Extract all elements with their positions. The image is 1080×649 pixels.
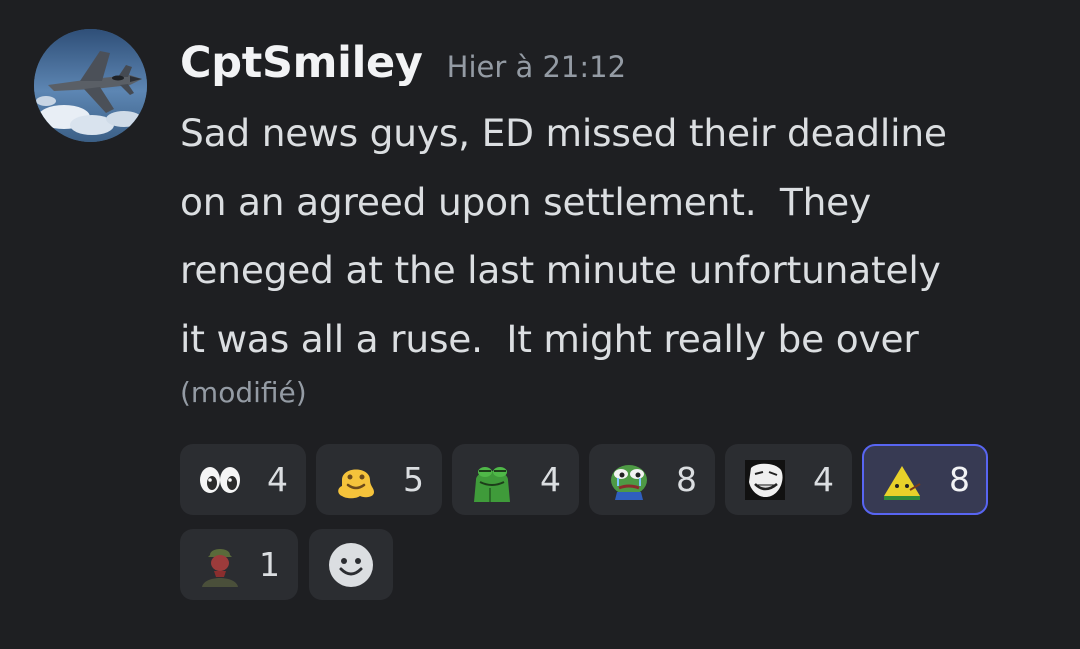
message-text-line: it was all a ruse. It might really be ov… (180, 316, 919, 361)
reaction-trollface[interactable]: 4 (725, 444, 852, 515)
reaction-frog[interactable]: 4 (452, 444, 579, 515)
pepe-sad-emoji-icon (611, 465, 647, 500)
reaction-count: 8 (949, 460, 970, 499)
fighter-jet-avatar-icon (34, 29, 147, 142)
message-header: CptSmiley Hier à 21:12 (180, 38, 626, 94)
reaction-eyes[interactable]: 4 (180, 444, 306, 515)
message-text-line: reneged at the last minute unfortunately (180, 248, 941, 292)
chat-message: CptSmiley Hier à 21:12 Sad news guys, ED… (0, 0, 1080, 649)
smiley-add-reaction-icon (329, 543, 373, 587)
reaction-triangle-character[interactable]: 8 (862, 444, 988, 515)
reaction-melting-face[interactable]: 5 (316, 444, 442, 515)
reaction-soldier[interactable]: 1 (180, 529, 298, 600)
eyes-emoji-icon (200, 467, 240, 493)
triangle-character-emoji-icon (884, 466, 921, 500)
username[interactable]: CptSmiley (180, 38, 423, 88)
reaction-count: 4 (540, 460, 561, 499)
melting-face-emoji-icon (338, 469, 374, 499)
reaction-count: 4 (813, 460, 834, 499)
add-reaction-button[interactable] (309, 529, 393, 600)
message-content: Sad news guys, ED missed their deadline … (180, 99, 1060, 373)
edited-label: (modifié) (180, 376, 307, 409)
user-avatar[interactable] (34, 29, 147, 142)
message-text-line: Sad news guys, ED missed their deadline (180, 111, 947, 155)
soldier-emoji-icon (202, 549, 238, 587)
reaction-pepe-sad[interactable]: 8 (589, 444, 715, 515)
message-text-line: on an agreed upon settlement. They (180, 179, 872, 224)
message-timestamp[interactable]: Hier à 21:12 (447, 50, 626, 84)
reaction-count: 8 (676, 460, 697, 499)
trollface-emoji-icon (745, 460, 785, 500)
reaction-count: 1 (259, 545, 280, 584)
reaction-count: 5 (403, 460, 424, 499)
reaction-count: 4 (267, 460, 288, 499)
frog-emoji-icon (474, 467, 510, 502)
